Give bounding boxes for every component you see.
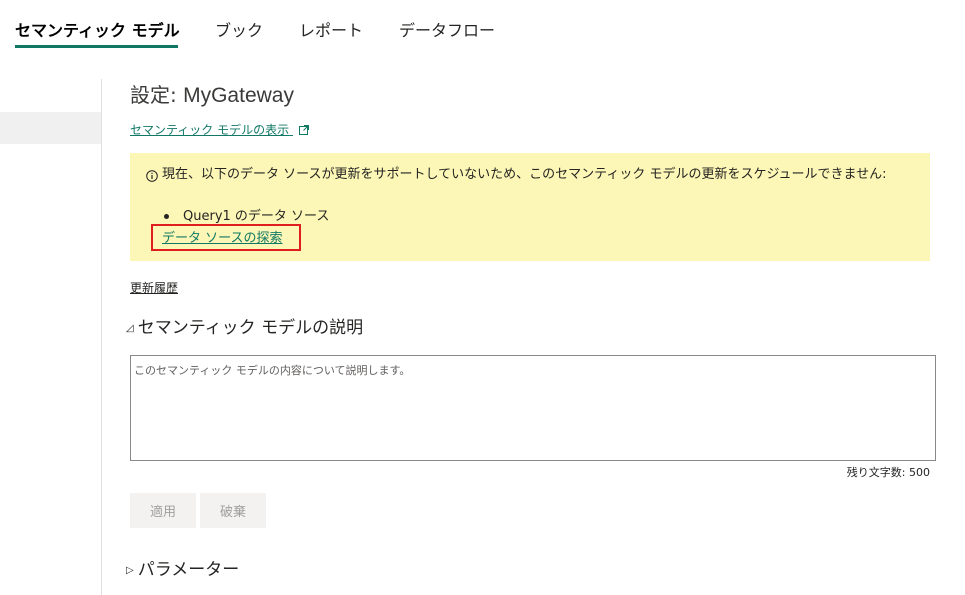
apply-button[interactable]: 適用 (130, 493, 196, 528)
top-tab-bar: セマンティック モデル ブック レポート データフロー (0, 0, 965, 52)
sidebar-divider (101, 79, 102, 595)
page-title: 設定: MyGateway (130, 79, 294, 108)
active-tab-indicator (15, 45, 178, 48)
remaining-characters: 残り文字数: 500 (846, 466, 930, 479)
sidebar-selected-item[interactable] (0, 112, 101, 144)
warning-list-item: Query1 のデータ ソース (164, 205, 329, 224)
external-link-icon (298, 124, 309, 138)
tab-dataflows[interactable]: データフロー (399, 17, 495, 41)
parameters-header-label: パラメーター (137, 560, 240, 580)
collapse-triangle-icon: ◿ (126, 323, 134, 334)
discard-button[interactable]: 破棄 (200, 493, 266, 528)
description-input[interactable] (130, 355, 936, 461)
explore-data-sources-link[interactable]: データ ソースの探索 (162, 227, 282, 246)
tab-reports[interactable]: レポート (299, 17, 363, 41)
tab-semantic-models[interactable]: セマンティック モデル (15, 17, 180, 41)
parameters-section-header[interactable]: ▷ パラメーター (126, 555, 239, 580)
description-section-header[interactable]: ◿ セマンティック モデルの説明 (126, 313, 363, 338)
warning-message: 現在、以下のデータ ソースが更新をサポートしていないため、このセマンティック モ… (162, 167, 887, 182)
expand-triangle-icon: ▷ (126, 565, 134, 576)
refresh-history-link[interactable]: 更新履歴 (130, 279, 178, 296)
description-header-label: セマンティック モデルの説明 (137, 318, 364, 338)
view-semantic-model-link[interactable]: セマンティック モデルの表示 (130, 121, 309, 138)
gateway-name: MyGateway (183, 84, 294, 107)
tab-workbooks[interactable]: ブック (215, 17, 263, 41)
info-icon (146, 167, 158, 186)
bullet-icon (164, 214, 169, 219)
warning-item-text: Query1 のデータ ソース (183, 209, 330, 224)
warning-banner: 現在、以下のデータ ソースが更新をサポートしていないため、このセマンティック モ… (130, 153, 930, 261)
view-link-label: セマンティック モデルの表示 (130, 123, 290, 137)
title-prefix: 設定: (130, 83, 177, 107)
